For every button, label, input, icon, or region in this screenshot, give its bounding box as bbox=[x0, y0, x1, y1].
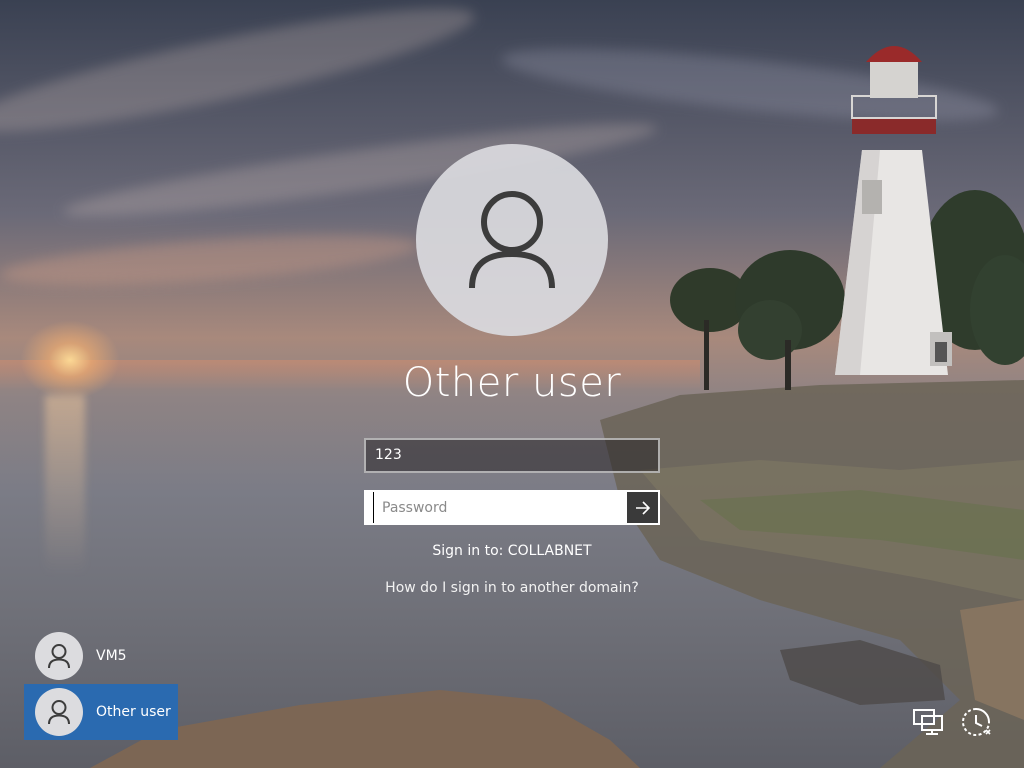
person-icon bbox=[48, 644, 70, 669]
sign-in-domain-text: Sign in to: COLLABNET bbox=[432, 543, 592, 559]
username-field[interactable]: 123 bbox=[364, 438, 660, 473]
password-row bbox=[364, 490, 660, 525]
person-icon bbox=[469, 191, 555, 289]
ease-of-access-icon bbox=[962, 708, 991, 736]
arrow-right-icon bbox=[635, 500, 650, 515]
network-icon bbox=[913, 709, 943, 735]
ease-of-access-button[interactable] bbox=[958, 704, 994, 740]
network-button[interactable] bbox=[910, 704, 946, 740]
domain-help-link[interactable]: How do I sign in to another domain? bbox=[312, 580, 712, 596]
submit-button[interactable] bbox=[627, 492, 658, 523]
password-field[interactable] bbox=[373, 492, 627, 523]
user-avatar bbox=[416, 144, 608, 336]
user-tile-label: Other user bbox=[96, 704, 171, 720]
tile-avatar bbox=[35, 632, 83, 680]
selected-user-name: Other user bbox=[402, 360, 622, 406]
user-tile-label: VM5 bbox=[96, 648, 127, 664]
user-tile-other-user[interactable]: Other user bbox=[24, 684, 178, 740]
tile-avatar bbox=[35, 688, 83, 736]
person-icon bbox=[48, 700, 70, 725]
user-tile-vm5[interactable]: VM5 bbox=[24, 628, 178, 684]
lock-screen: Other user 123 Sign in to: COLLABNET How… bbox=[0, 0, 1024, 768]
